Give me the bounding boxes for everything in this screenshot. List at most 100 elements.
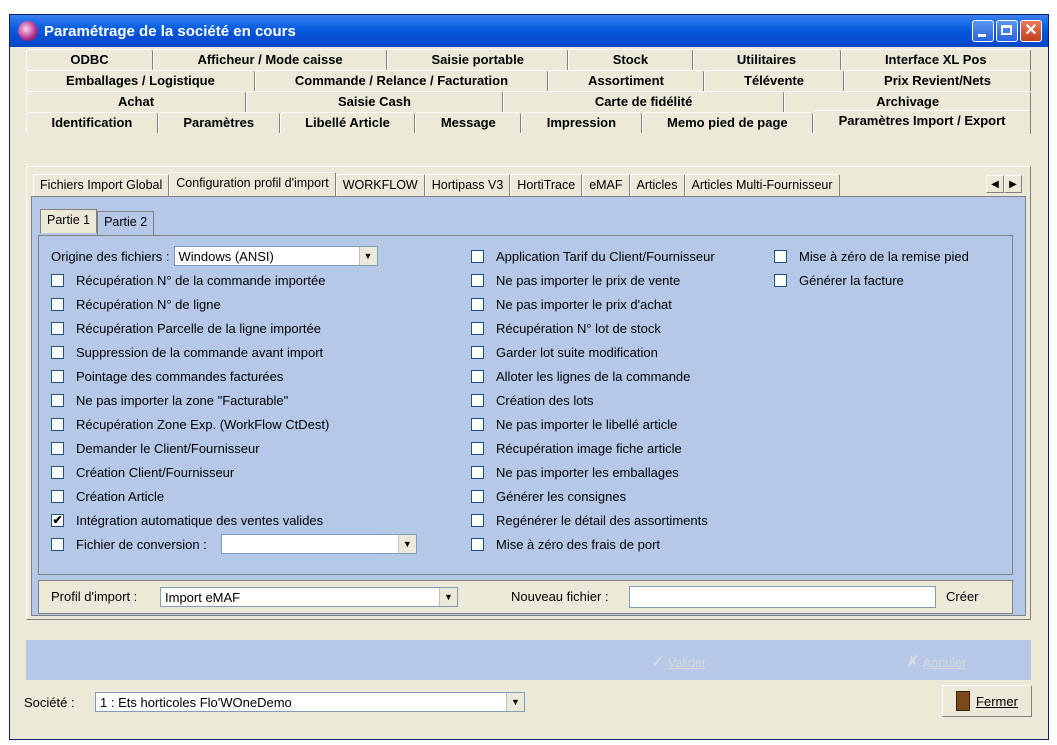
checkbox[interactable]: [471, 297, 484, 311]
option-row: Création Article: [51, 484, 417, 508]
checked-checkbox[interactable]: ✔: [51, 513, 64, 527]
chevron-down-icon: ▼: [397, 535, 416, 553]
checkbox[interactable]: [51, 465, 64, 479]
option-label: Ne pas importer le prix d'achat: [496, 296, 672, 312]
checkbox[interactable]: [471, 417, 484, 431]
chevron-down-icon: ▼: [439, 588, 457, 606]
checkbox[interactable]: [471, 513, 484, 527]
tab-carte-de-fidelite[interactable]: Carte de fidélité: [502, 91, 785, 112]
conversion-select[interactable]: ▼: [220, 534, 417, 554]
minimize-button[interactable]: [972, 20, 994, 42]
cancel-button[interactable]: ✗ Annuler: [906, 652, 966, 672]
checkbox[interactable]: [51, 417, 64, 431]
company-select[interactable]: 1 : Ets horticoles Flo'WOneDemo ▼: [95, 692, 525, 712]
checkbox[interactable]: [51, 345, 64, 359]
checkbox[interactable]: [471, 537, 484, 551]
checkbox[interactable]: [51, 297, 64, 311]
close-dialog-label: Fermer: [976, 693, 1018, 709]
subtab-articles-multi-fournisseur[interactable]: Articles Multi-Fournisseur: [684, 174, 840, 196]
option-label: Récupération image fiche article: [496, 440, 682, 456]
tab-parametres[interactable]: Paramètres: [157, 112, 280, 133]
tab-saisie-portable[interactable]: Saisie portable: [387, 49, 569, 70]
origine-select[interactable]: Windows (ANSI) ▼: [173, 246, 378, 266]
validate-label: Valider: [668, 656, 707, 670]
company-value: 1 : Ets horticoles Flo'WOneDemo: [100, 694, 292, 710]
checkbox[interactable]: [51, 321, 64, 335]
option-row: Ne pas importer la zone "Facturable": [51, 388, 417, 412]
subtab-configuration-profil-d-import[interactable]: Configuration profil d'import: [169, 172, 336, 197]
checkbox[interactable]: [51, 489, 64, 503]
option-row: Application Tarif du Client/Fournisseur: [471, 244, 715, 268]
checkbox[interactable]: [471, 249, 484, 263]
subtab-hortitrace[interactable]: HortiTrace: [510, 174, 583, 196]
checkbox[interactable]: [471, 273, 484, 287]
checkbox[interactable]: [471, 321, 484, 335]
tab-partie-2[interactable]: Partie 2: [97, 211, 155, 235]
maximize-button[interactable]: [996, 20, 1018, 42]
tab-assortiment[interactable]: Assortiment: [548, 70, 704, 91]
tab-archivage[interactable]: Archivage: [784, 91, 1032, 112]
tab-parametres-import-export[interactable]: Paramètres Import / Export: [813, 110, 1031, 134]
import-export-panel: Fichiers Import Global Configuration prof…: [26, 166, 1031, 620]
subtab-articles[interactable]: Articles: [629, 174, 685, 196]
tab-impression[interactable]: Impression: [521, 112, 642, 133]
subtab-emaf[interactable]: eMAF: [582, 174, 630, 196]
option-row: Récupération Zone Exp. (WorkFlow CtDest): [51, 412, 417, 436]
new-file-input[interactable]: [629, 586, 936, 608]
tab-prix-revient-nets[interactable]: Prix Revient/Nets: [844, 70, 1032, 91]
scroll-left-icon[interactable]: ◀: [986, 175, 1004, 193]
subtab-workflow[interactable]: WORKFLOW: [335, 174, 425, 196]
option-label: Regénérer le détail des assortiments: [496, 512, 708, 528]
checkbox[interactable]: [471, 393, 484, 407]
tab-emballages-logistique[interactable]: Emballages / Logistique: [26, 70, 255, 91]
subtab-hortipass-v3[interactable]: Hortipass V3: [424, 174, 511, 196]
profile-select[interactable]: Import eMAF ▼: [160, 587, 458, 607]
checkbox[interactable]: [471, 441, 484, 455]
origine-value: Windows (ANSI): [178, 248, 274, 264]
tab-partie-1[interactable]: Partie 1: [40, 209, 98, 233]
tab-libelle-article[interactable]: Libellé Article: [279, 112, 416, 133]
checkbox[interactable]: [51, 393, 64, 407]
tab-achat[interactable]: Achat: [26, 91, 246, 112]
option-label: Récupération N° de ligne: [76, 296, 221, 312]
checkbox[interactable]: [471, 465, 484, 479]
create-button[interactable]: Créer: [946, 589, 979, 604]
close-dialog-button[interactable]: Fermer: [942, 685, 1032, 717]
conversion-checkbox[interactable]: [51, 537, 64, 551]
checkbox[interactable]: [51, 369, 64, 383]
tab-odbc[interactable]: ODBC: [26, 49, 154, 70]
origine-label: Origine des fichiers :: [51, 248, 170, 264]
checkbox[interactable]: [471, 489, 484, 503]
tab-stock[interactable]: Stock: [568, 49, 693, 70]
part-tabs: Partie 1 Partie 2: [40, 209, 155, 235]
tab-televente[interactable]: Télévente: [703, 70, 845, 91]
close-button[interactable]: ✕: [1020, 20, 1042, 42]
tab-utilitaires[interactable]: Utilitaires: [692, 49, 841, 70]
option-label: Ne pas importer le prix de vente: [496, 272, 681, 288]
cancel-label: Annuler: [923, 656, 967, 670]
tab-saisie-cash[interactable]: Saisie Cash: [246, 91, 503, 112]
checkbox[interactable]: [774, 249, 787, 263]
tab-identification[interactable]: Identification: [26, 112, 158, 133]
option-label: Récupération Zone Exp. (WorkFlow CtDest): [76, 416, 330, 432]
tab-commande-relance-facturation[interactable]: Commande / Relance / Facturation: [254, 70, 549, 91]
chevron-down-icon: ▼: [358, 247, 377, 265]
tab-afficheur-mode-caisse[interactable]: Afficheur / Mode caisse: [153, 49, 388, 70]
option-row: Alloter les lignes de la commande: [471, 364, 715, 388]
checkbox[interactable]: [774, 273, 787, 287]
checkbox[interactable]: [51, 273, 64, 287]
new-file-label: Nouveau fichier :: [511, 589, 609, 604]
checkbox[interactable]: [471, 369, 484, 383]
option-row: Regénérer le détail des assortiments: [471, 508, 715, 532]
subtab-fichiers-import-global[interactable]: Fichiers Import Global: [33, 174, 170, 196]
tab-memo-pied-de-page[interactable]: Memo pied de page: [641, 112, 814, 133]
tab-interface-xl-pos[interactable]: Interface XL Pos: [840, 49, 1031, 70]
tab-message[interactable]: Message: [415, 112, 522, 133]
option-label: Création des lots: [496, 392, 594, 408]
validate-button[interactable]: ✓ Valider: [651, 652, 706, 672]
checkbox[interactable]: [51, 441, 64, 455]
action-bar: ✓ Valider ✗ Annuler: [26, 640, 1031, 680]
checkbox[interactable]: [471, 345, 484, 359]
scroll-right-icon[interactable]: ▶: [1004, 175, 1022, 193]
part-1-body: Origine des fichiers : Windows (ANSI) ▼ …: [38, 235, 1013, 575]
